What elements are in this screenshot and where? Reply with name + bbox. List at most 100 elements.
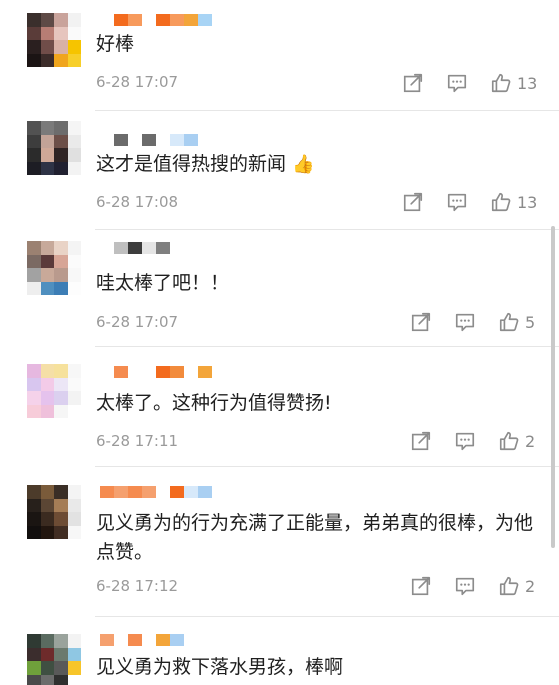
username-mosaic-cell <box>100 242 114 254</box>
avatar-mosaic-cell <box>27 40 41 54</box>
avatar[interactable] <box>27 364 81 418</box>
avatar-mosaic-cell <box>27 634 41 648</box>
avatar-mosaic-cell <box>27 512 41 526</box>
timestamp: 6-28 17:07 <box>96 73 179 91</box>
avatar-mosaic-cell <box>54 647 68 661</box>
share-button[interactable] <box>410 311 432 333</box>
scrollbar[interactable] <box>551 226 555 548</box>
like-button[interactable]: 5 <box>498 311 535 333</box>
avatar-mosaic-cell <box>54 512 68 526</box>
like-count: 2 <box>525 576 536 596</box>
avatar-mosaic-cell <box>54 674 68 685</box>
share-icon <box>403 73 423 93</box>
avatar-mosaic-cell <box>67 121 81 135</box>
username[interactable] <box>100 134 212 146</box>
comment-button[interactable] <box>454 311 476 333</box>
comment-icon <box>455 432 475 451</box>
avatar-mosaic-cell <box>40 485 54 499</box>
share-button[interactable] <box>410 430 432 452</box>
username-mosaic-cell <box>170 14 184 26</box>
avatar-mosaic-cell <box>67 268 81 282</box>
comment-icon <box>447 74 467 93</box>
username-mosaic-cell <box>156 486 170 498</box>
username-mosaic-cell <box>142 134 156 146</box>
thumbs-up-icon <box>499 312 519 332</box>
avatar-mosaic-cell <box>27 148 41 162</box>
username-mosaic-cell <box>142 242 156 254</box>
comment-button[interactable] <box>446 72 468 94</box>
share-button[interactable] <box>402 191 424 213</box>
username-mosaic-cell <box>170 486 184 498</box>
username-mosaic-cell <box>142 634 156 646</box>
avatar-mosaic-cell <box>67 647 81 661</box>
avatar-mosaic-cell <box>27 26 41 40</box>
username[interactable] <box>100 242 212 254</box>
avatar-mosaic-cell <box>67 485 81 499</box>
username-mosaic-cell <box>184 134 198 146</box>
username-mosaic-cell <box>184 366 198 378</box>
username[interactable] <box>100 14 212 26</box>
avatar-mosaic-cell <box>67 26 81 40</box>
username-mosaic-cell <box>100 366 114 378</box>
avatar-mosaic-cell <box>54 241 68 255</box>
share-button[interactable] <box>410 575 432 597</box>
avatar[interactable] <box>27 13 81 67</box>
like-button[interactable]: 2 <box>498 575 535 597</box>
avatar-mosaic-cell <box>40 268 54 282</box>
avatar-mosaic-cell <box>54 268 68 282</box>
avatar[interactable] <box>27 634 81 685</box>
avatar-mosaic-cell <box>54 525 68 539</box>
avatar-mosaic-cell <box>54 485 68 499</box>
comment-button[interactable] <box>446 191 468 213</box>
avatar-mosaic-cell <box>54 661 68 675</box>
timestamp: 6-28 17:08 <box>96 193 179 211</box>
username-mosaic-cell <box>114 134 128 146</box>
username-mosaic-cell <box>142 486 156 498</box>
avatar[interactable] <box>27 485 81 539</box>
username-mosaic-cell <box>198 634 212 646</box>
avatar-mosaic-cell <box>40 148 54 162</box>
username-mosaic-cell <box>184 486 198 498</box>
avatar-mosaic-cell <box>27 161 41 175</box>
avatar-mosaic-cell <box>67 241 81 255</box>
username[interactable] <box>100 366 212 378</box>
avatar-mosaic-cell <box>27 404 41 418</box>
username-mosaic-cell <box>114 14 128 26</box>
username[interactable] <box>100 486 212 498</box>
avatar[interactable] <box>27 241 81 295</box>
thumbs-up-icon <box>491 73 511 93</box>
like-button[interactable]: 2 <box>498 430 535 452</box>
share-icon <box>411 312 431 332</box>
username-mosaic-cell <box>128 242 142 254</box>
avatar-mosaic-cell <box>67 377 81 391</box>
like-button[interactable]: 13 <box>490 72 537 94</box>
comment-button[interactable] <box>454 430 476 452</box>
comment-actions: 13 <box>402 190 537 214</box>
username[interactable] <box>100 634 212 646</box>
avatar-mosaic-cell <box>27 661 41 675</box>
avatar-mosaic-cell <box>54 254 68 268</box>
share-button[interactable] <box>402 72 424 94</box>
username-mosaic-cell <box>128 134 142 146</box>
thumbs-up-icon <box>491 192 511 212</box>
username-mosaic-cell <box>142 366 156 378</box>
username-mosaic-cell <box>156 242 170 254</box>
avatar-mosaic-cell <box>27 254 41 268</box>
avatar-mosaic-cell <box>40 134 54 148</box>
avatar-mosaic-cell <box>54 134 68 148</box>
timestamp: 6-28 17:11 <box>96 432 179 450</box>
avatar-mosaic-cell <box>54 121 68 135</box>
divider <box>95 229 559 230</box>
avatar-mosaic-cell <box>67 148 81 162</box>
avatar-mosaic-cell <box>67 13 81 27</box>
avatar-mosaic-cell <box>54 281 68 295</box>
like-button[interactable]: 13 <box>490 191 537 213</box>
username-mosaic-cell <box>198 242 212 254</box>
avatar-mosaic-cell <box>54 161 68 175</box>
comment-text: 好棒 <box>96 33 135 55</box>
avatar[interactable] <box>27 121 81 175</box>
username-mosaic-cell <box>156 14 170 26</box>
avatar-mosaic-cell <box>27 268 41 282</box>
comment-button[interactable] <box>454 575 476 597</box>
avatar-mosaic-cell <box>40 13 54 27</box>
